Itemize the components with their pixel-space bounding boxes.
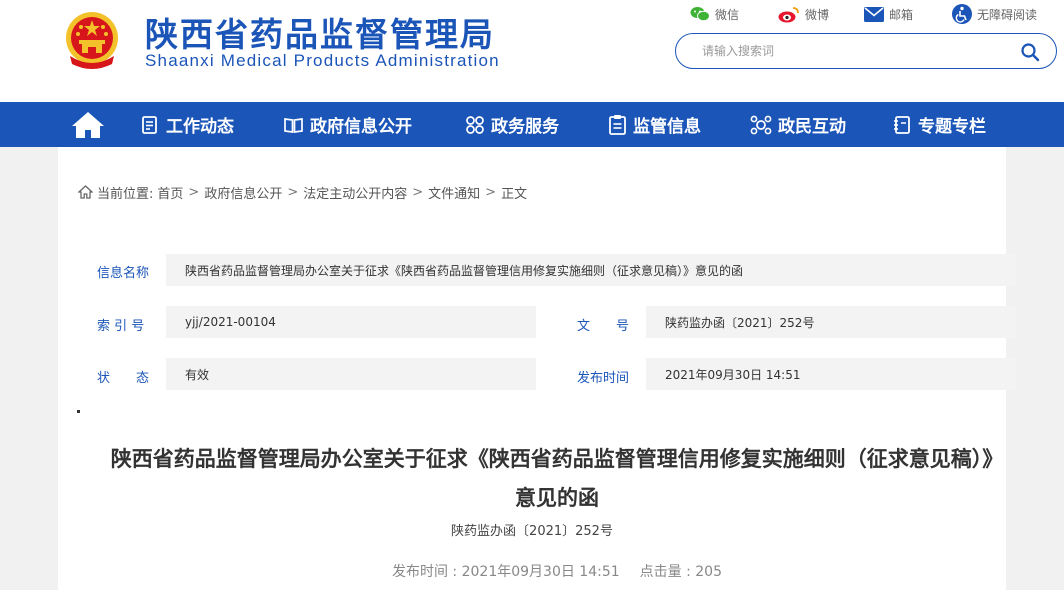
bullet-dot [77,410,80,413]
nav-item-label: 监管信息 [633,117,701,137]
nav-item-label: 专题专栏 [918,117,986,137]
grid-icon [466,115,484,134]
mail-label: 邮箱 [889,7,914,22]
clipboard-icon [609,115,626,135]
home-icon[interactable] [70,110,106,140]
wechat-icon [690,7,710,22]
meta-index-value: yjj/2021-00104 [166,306,536,338]
search-input[interactable] [702,41,1002,61]
meta-status-value: 有效 [166,358,536,390]
nav-item-regulation-info[interactable]: 监管信息 [608,102,701,147]
wechat-link[interactable]: 微信 [690,4,739,24]
nav-item-label: 工作动态 [166,117,234,137]
weibo-label: 微博 [805,7,830,22]
accessibility-icon [952,4,972,24]
nav-item-label: 政民互动 [778,117,846,137]
nav-item-interaction[interactable]: 政民互动 [750,102,846,147]
breadcrumb-separator: > [485,184,497,200]
site-title: 陕西省药品监督管理局 [145,15,495,54]
interaction-icon [750,115,772,134]
breadcrumb: 当前位置: 首页 > 政府信息公开 > 法定主动公开内容 > 文件通知 > 正文 [78,183,528,202]
nav-item-special-topics[interactable]: 专题专栏 [893,102,986,147]
breadcrumb-separator: > [287,184,299,200]
nav-item-label: 政务服务 [491,117,559,137]
meta-docno-value: 陕药监办函〔2021〕252号 [646,306,1016,338]
document-list-icon [142,115,157,134]
nav-item-gov-info[interactable]: 政府信息公开 [283,102,412,147]
wechat-label: 微信 [715,7,740,22]
search-box [675,33,1057,69]
breadcrumb-separator: > [188,184,200,200]
meta-index-label: 索 引 号 [97,319,145,334]
document-info: 发布时间 : 2021年09月30日 14:51 点击量 : 205 [0,561,1064,581]
meta-status-label: 状 态 [97,371,150,386]
document-pubtime: 发布时间 : 2021年09月30日 14:51 [391,564,620,580]
breadcrumb-statutory[interactable]: 法定主动公开内容 [303,183,407,202]
accessibility-label: 无障碍阅读 [977,7,1038,22]
top-links: 微信 微博 邮箱 无障碍阅读 [690,4,1050,24]
meta-docno-label: 文 号 [577,319,630,334]
document-number: 陕药监办函〔2021〕252号 [451,524,613,539]
accessibility-link[interactable]: 无障碍阅读 [952,4,1037,24]
breadcrumb-gov-info[interactable]: 政府信息公开 [204,183,282,202]
mail-icon [864,6,884,22]
open-book-icon [284,117,303,133]
home-small-icon [78,185,93,199]
nav-item-gov-services[interactable]: 政务服务 [465,102,559,147]
site-subtitle: Shaanxi Medical Products Administration [145,51,500,70]
site-header: 陕西省药品监督管理局 Shaanxi Medical Products Admi… [0,0,1064,102]
document-title: 陕西省药品监督管理局办公室关于征求《陕西省药品监督管理信用修复实施细则（征求意见… [110,447,1004,510]
weibo-icon [778,6,799,22]
breadcrumb-notices[interactable]: 文件通知 [428,183,480,202]
weibo-link[interactable]: 微博 [778,4,829,24]
meta-name-value: 陕西省药品监督管理局办公室关于征求《陕西省药品监督管理信用修复实施细则（征求意见… [166,254,1016,286]
mail-link[interactable]: 邮箱 [864,4,913,24]
nav-item-work-news[interactable]: 工作动态 [140,102,234,147]
breadcrumb-home[interactable]: 首页 [157,183,183,202]
meta-name-label: 信息名称 [97,266,150,281]
search-icon[interactable] [1020,42,1040,62]
main-nav: 工作动态 政府信息公开 政务服务 监管信息 政民互动 专题专栏 [0,102,1064,147]
document-views: 点击量 : 205 [639,564,722,580]
meta-pubtime-value: 2021年09月30日 14:51 [646,358,1016,390]
notebook-icon [894,115,910,134]
nav-item-label: 政府信息公开 [310,117,412,137]
breadcrumb-prefix: 当前位置: [97,186,154,202]
breadcrumb-separator: > [412,184,424,200]
meta-pubtime-label: 发布时间 [577,371,630,386]
breadcrumb-current: 正文 [501,186,528,202]
national-emblem-icon [66,12,118,69]
